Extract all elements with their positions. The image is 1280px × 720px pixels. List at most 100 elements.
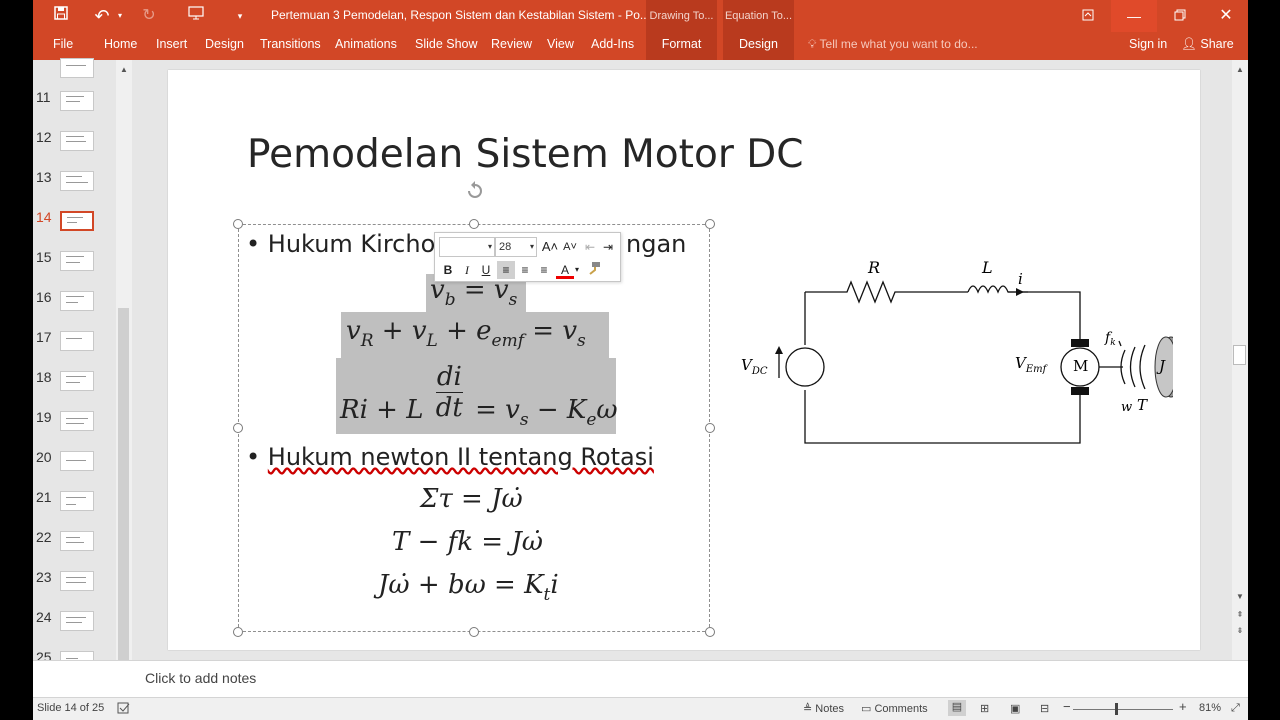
slide-number: 12 (36, 129, 52, 145)
thumbnail-scrollbar-thumb[interactable] (118, 308, 129, 680)
slide-title[interactable]: Pemodelan Sistem Motor DC (247, 132, 804, 177)
restore-button[interactable] (1157, 0, 1203, 32)
slide-thumbnail[interactable] (60, 291, 94, 311)
tab-format[interactable]: Format (646, 32, 717, 60)
slide-thumbnail[interactable] (60, 371, 94, 391)
font-name-box[interactable]: ▾ (439, 237, 495, 257)
underline-button[interactable]: U (477, 261, 495, 279)
zoom-slider[interactable] (1073, 709, 1173, 710)
comments-toggle[interactable]: ▭ Comments (861, 702, 928, 715)
tab-home[interactable]: Home (104, 32, 137, 60)
tab-file[interactable]: File (53, 32, 73, 60)
resize-handle[interactable] (469, 627, 479, 637)
tab-review[interactable]: Review (491, 32, 532, 60)
thumbnail-scrollbar[interactable]: ▲ ▼ (116, 60, 132, 698)
zoom-out-icon[interactable]: − (1063, 699, 1071, 714)
customize-qat-icon[interactable]: ▾ (233, 6, 247, 26)
font-color-button[interactable]: A (556, 261, 574, 279)
slide-canvas[interactable]: Pemodelan Sistem Motor DC • Hukum Kircho… (168, 70, 1200, 650)
tell-me-box[interactable]: 💡︎ Tell me what you want to do... (808, 32, 978, 60)
close-button[interactable]: ✕ (1203, 0, 1248, 32)
start-slideshow-icon[interactable] (185, 6, 207, 26)
equation-voltage[interactable]: Ri + L di dt = vs − Keω (340, 362, 618, 434)
chevron-down-icon[interactable]: ▾ (573, 261, 581, 279)
slide-scrollbar[interactable]: ▲ ▼ ⇞ ⇟ (1232, 60, 1248, 660)
increase-indent-icon[interactable]: ⇥ (599, 238, 617, 256)
zoom-level[interactable]: 81% (1199, 702, 1221, 714)
minimize-button[interactable]: — (1111, 0, 1157, 32)
slide-thumbnail[interactable] (60, 611, 94, 631)
slide-thumbnail[interactable] (60, 331, 94, 351)
redo-icon[interactable]: ↻ (138, 6, 160, 26)
slide-thumbnail[interactable] (60, 571, 94, 591)
align-left-icon[interactable]: ≡ (497, 261, 515, 279)
fit-to-window-icon[interactable]: ⤢ (1231, 702, 1240, 715)
scroll-up-icon[interactable]: ▲ (117, 65, 131, 74)
vemf-label-sub: Emf (1025, 364, 1047, 375)
align-center-icon[interactable]: ≡ (516, 261, 534, 279)
slide-scrollbar-thumb[interactable] (1233, 345, 1246, 365)
normal-view-icon[interactable]: ▤ (948, 700, 966, 716)
resize-handle[interactable] (233, 219, 243, 229)
format-painter-icon[interactable] (585, 261, 603, 279)
undo-dropdown-icon[interactable]: ▾ (115, 6, 125, 26)
slide-thumbnail[interactable] (60, 411, 94, 431)
equation-torque-sum[interactable]: Στ = Jω̇ (420, 484, 523, 514)
resize-handle[interactable] (705, 219, 715, 229)
tab-animations[interactable]: Animations (335, 32, 397, 60)
notes-toggle[interactable]: ≜ Notes (803, 702, 844, 715)
italic-button[interactable]: I (458, 261, 476, 279)
resize-handle[interactable] (705, 627, 715, 637)
scroll-down-icon[interactable]: ▼ (1233, 592, 1247, 601)
tab-add-ins[interactable]: Add-Ins (591, 32, 634, 60)
scroll-up-icon[interactable]: ▲ (1233, 65, 1247, 74)
resize-handle[interactable] (469, 219, 479, 229)
previous-slide-icon[interactable]: ⇞ (1233, 610, 1247, 619)
tab-insert[interactable]: Insert (156, 32, 187, 60)
slide-thumbnail-active[interactable] (60, 211, 94, 231)
save-icon[interactable] (51, 6, 71, 26)
slide-thumbnail[interactable] (60, 531, 94, 551)
bullet-newton[interactable]: • Hukum newton II tentang Rotasi (246, 443, 654, 471)
ribbon-display-options-icon[interactable] (1065, 0, 1111, 32)
slideshow-view-icon[interactable]: ⊟ (1040, 702, 1049, 715)
notes-pane[interactable]: Click to add notes (33, 660, 1248, 697)
slide-thumbnail[interactable] (60, 251, 94, 271)
next-slide-icon[interactable]: ⇟ (1233, 626, 1247, 635)
zoom-in-icon[interactable]: + (1179, 699, 1187, 714)
slide-thumbnail[interactable] (60, 58, 94, 78)
reading-view-icon[interactable]: ▣ (1010, 702, 1020, 715)
font-size-value: 28 (499, 241, 512, 253)
resize-handle[interactable] (233, 423, 243, 433)
decrease-indent-icon[interactable]: ⇤ (581, 238, 599, 256)
tab-slide-show[interactable]: Slide Show (415, 32, 478, 60)
bullet-kirchoff[interactable]: • Hukum Kircho (246, 230, 435, 258)
slide-thumbnail[interactable] (60, 491, 94, 511)
slide-thumbnail[interactable] (60, 171, 94, 191)
slide-sorter-icon[interactable]: ⊞ (980, 702, 989, 715)
bold-button[interactable]: B (439, 261, 457, 279)
font-size-box[interactable]: 28 ▾ (495, 237, 537, 257)
equation-motor-dynamics[interactable]: Jω̇ + bω = Kti (378, 570, 559, 605)
slide-thumbnail[interactable] (60, 451, 94, 471)
equation-torque-friction[interactable]: T − fk = Jω̇ (392, 527, 543, 557)
motor-circuit-diagram[interactable]: R L i VDC VEmf M fk J T w (703, 250, 1173, 460)
spell-check-icon[interactable] (117, 702, 131, 717)
resize-handle[interactable] (233, 627, 243, 637)
shrink-font-button[interactable]: A˅ (561, 238, 579, 256)
tab-transitions[interactable]: Transitions (260, 32, 321, 60)
tab-view[interactable]: View (547, 32, 574, 60)
slide-thumbnail[interactable] (60, 131, 94, 151)
undo-icon[interactable]: ↶ (91, 6, 113, 26)
zoom-slider-thumb[interactable] (1115, 703, 1118, 715)
sign-in-link[interactable]: Sign in (1129, 32, 1167, 60)
align-right-icon[interactable]: ≡ (535, 261, 553, 279)
tab-equation-design[interactable]: Design (723, 32, 794, 60)
status-bar: Slide 14 of 25 ≜ Notes ▭ Comments ▤ ⊞ ▣ … (33, 697, 1248, 720)
slide-thumbnail[interactable] (60, 91, 94, 111)
rotate-handle-icon[interactable] (464, 180, 486, 202)
grow-font-button[interactable]: A˄ (541, 238, 559, 256)
tab-design[interactable]: Design (205, 32, 244, 60)
equation-kvl[interactable]: vR + vL + eemf = vs (346, 316, 586, 351)
share-button[interactable]: 👤︎ Share (1181, 32, 1234, 60)
